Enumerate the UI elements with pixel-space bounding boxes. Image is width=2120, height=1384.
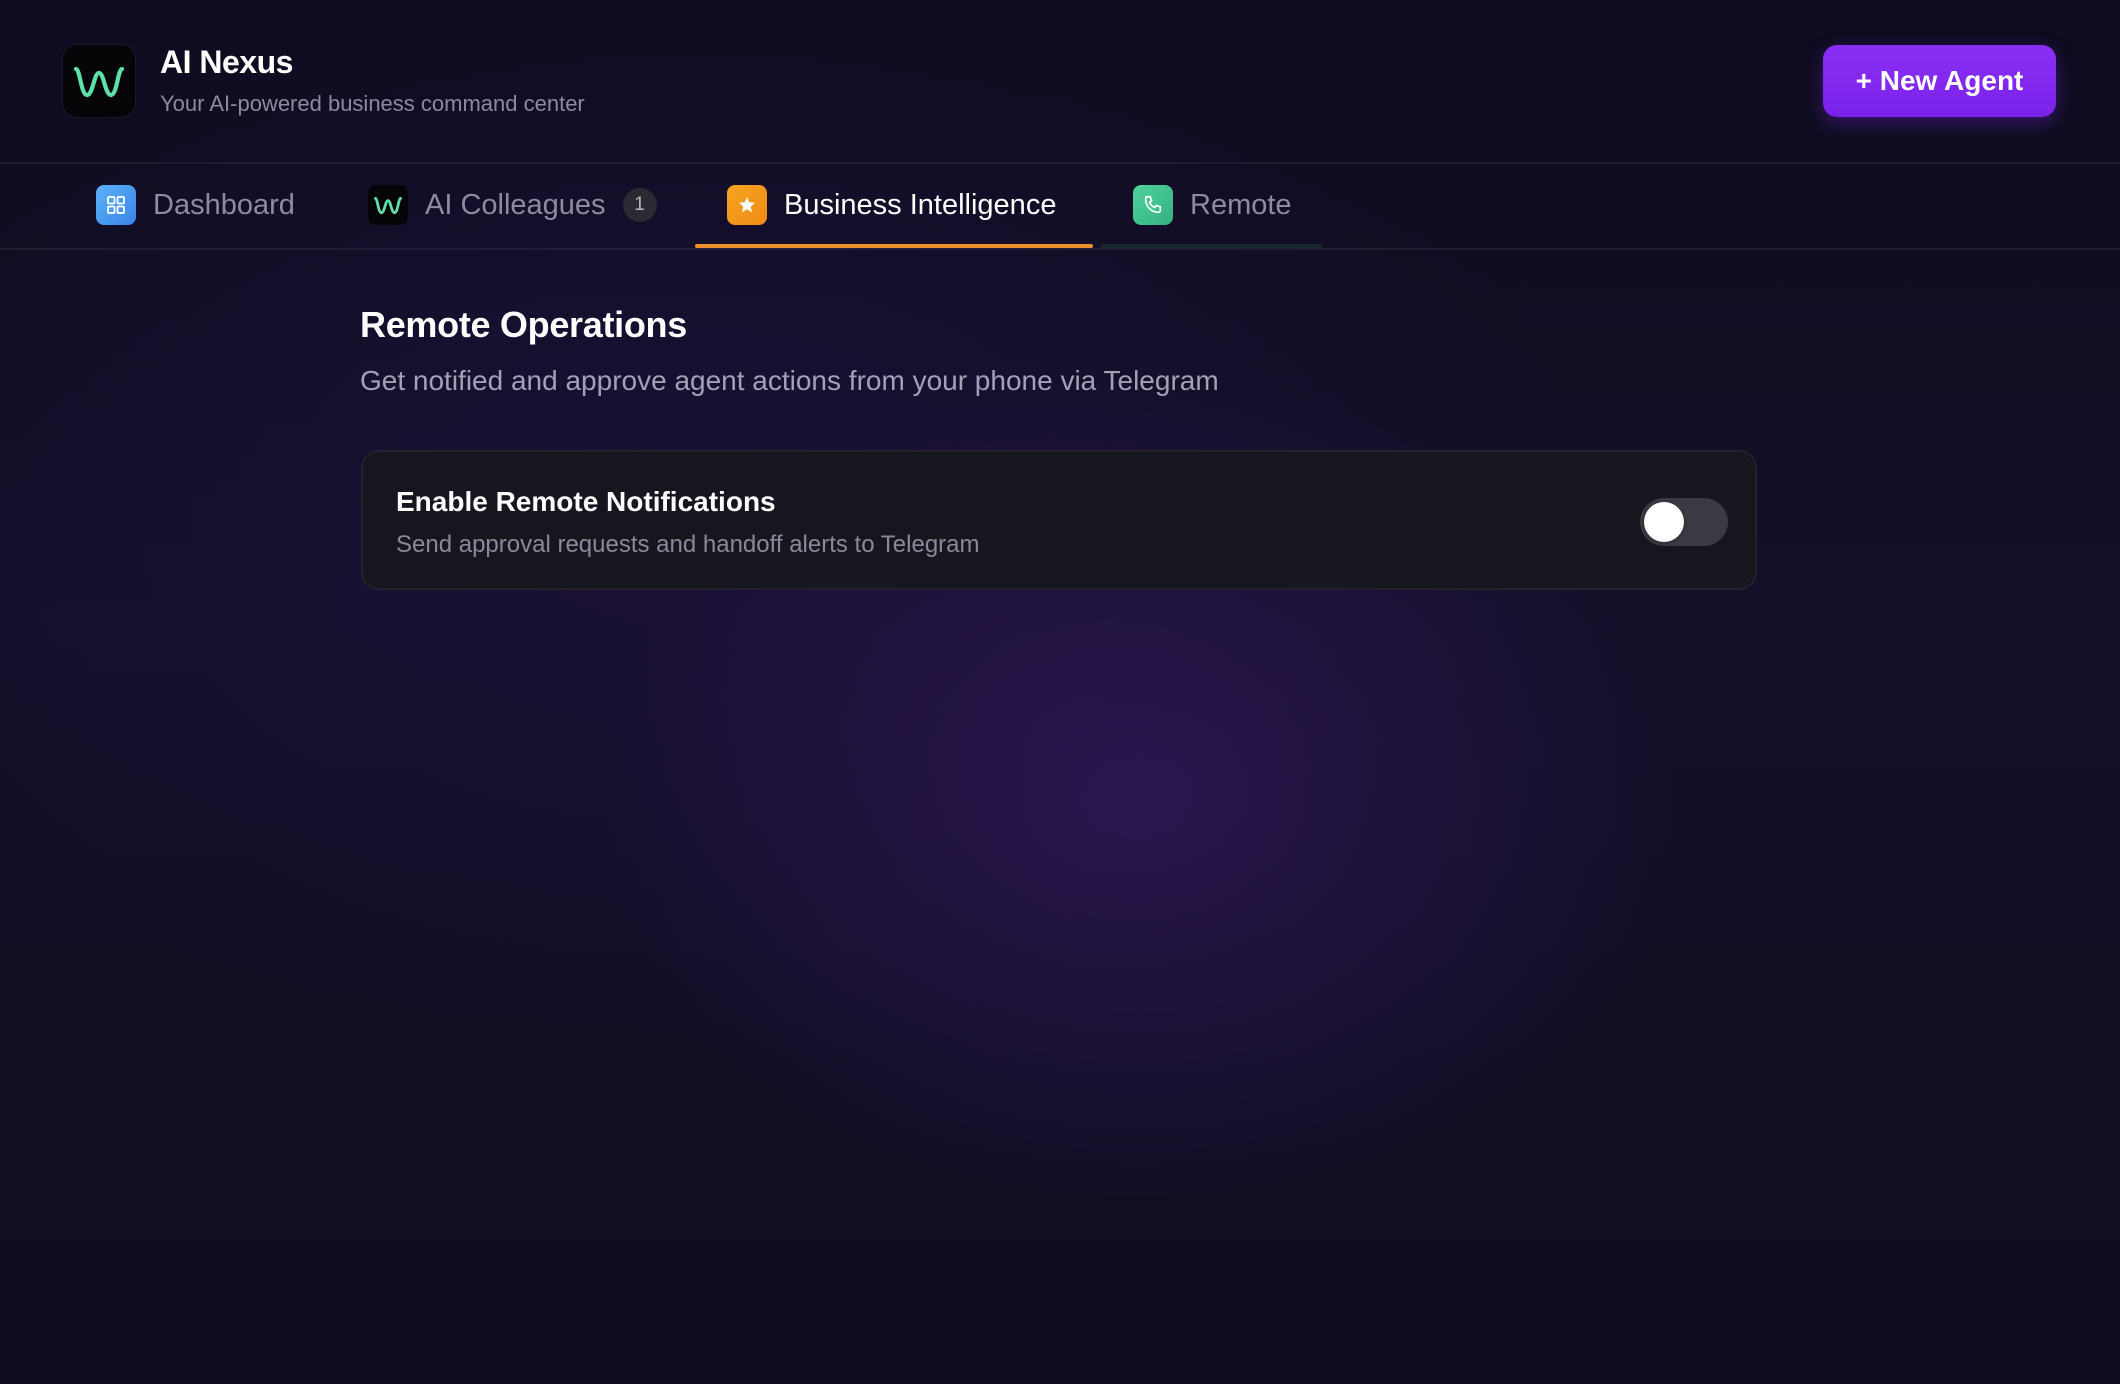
active-tab-indicator	[695, 244, 1093, 248]
tab-label: Dashboard	[153, 188, 295, 221]
card-subtitle: Send approval requests and handoff alert…	[396, 531, 980, 558]
new-agent-button[interactable]: + New Agent	[1823, 45, 2056, 117]
app-title: AI Nexus	[160, 44, 293, 80]
count-badge: 1	[622, 188, 657, 222]
star-icon	[727, 185, 767, 225]
tab-remote[interactable]: Remote	[1133, 162, 1292, 248]
toggle-knob	[1644, 502, 1684, 542]
tab-ai-colleagues[interactable]: AI Colleagues 1	[368, 162, 657, 248]
page-subtitle: Get notified and approve agent actions f…	[360, 365, 1219, 396]
tab-business-intelligence[interactable]: Business Intelligence	[727, 162, 1056, 248]
grid-icon	[96, 185, 136, 225]
tab-label: Business Intelligence	[784, 188, 1057, 221]
tab-label: AI Colleagues	[425, 188, 606, 221]
waveform-w-icon	[368, 185, 408, 225]
app-header: AI Nexus Your AI-powered business comman…	[0, 0, 2120, 164]
app-subtitle: Your AI-powered business command center	[160, 91, 585, 116]
page-title: Remote Operations	[360, 304, 687, 345]
tab-hover-indicator	[1101, 244, 1322, 248]
tab-bar: Dashboard AI Colleagues 1 Business Intel…	[0, 162, 2120, 250]
remote-notifications-toggle[interactable]	[1640, 498, 1728, 546]
remote-notifications-card: Enable Remote Notifications Send approva…	[361, 450, 1757, 590]
tab-label: Remote	[1190, 188, 1292, 221]
card-title: Enable Remote Notifications	[396, 486, 776, 517]
waveform-w-icon	[73, 66, 125, 98]
app-logo	[63, 45, 135, 117]
tab-dashboard[interactable]: Dashboard	[96, 162, 295, 248]
phone-icon	[1133, 185, 1173, 225]
